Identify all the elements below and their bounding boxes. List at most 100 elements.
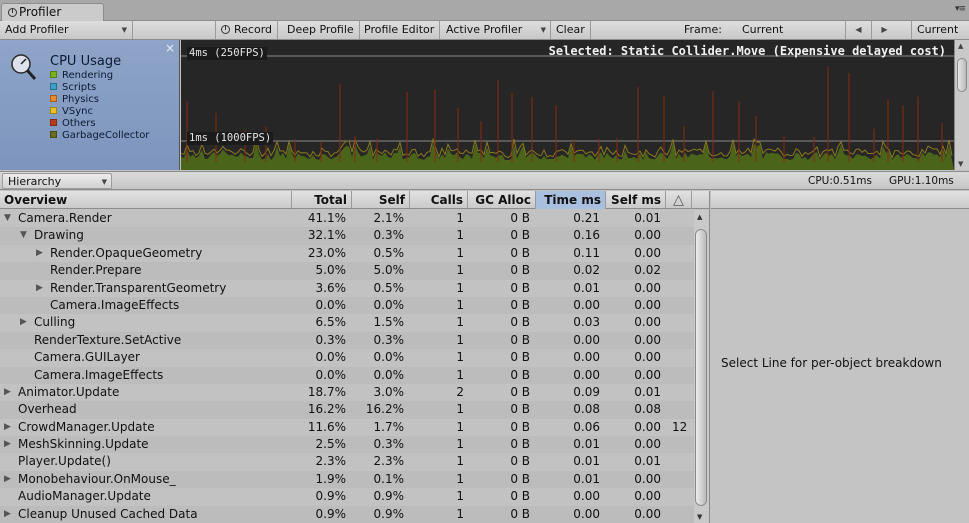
legend-item[interactable]: Others [50,118,149,130]
expand-closed-icon[interactable]: ▶ [36,280,43,297]
table-scrollbar[interactable]: ▲ ▼ [694,210,709,523]
column-time-ms[interactable]: Time ms [536,191,606,209]
table-row[interactable]: ▶ CrowdManager.Update 11.6% 1.7% 1 0 B 0.06 0.0… [0,419,694,436]
row-gc-cell: 0 B [510,211,530,225]
next-frame-button[interactable]: ▶ [871,21,897,39]
close-icon[interactable]: × [165,41,175,55]
table-header: Overview Total Self Calls GC Alloc Time … [0,191,709,209]
row-total-cell: 41.1% [307,211,346,225]
expand-open-icon[interactable]: ▼ [20,227,27,244]
table-row[interactable]: ▶ Culling 6.5% 1.5% 1 0 B 0.03 0.00 [0,314,694,331]
table-row[interactable]: Render.Prepare 5.0% 5.0% 1 0 B 0.02 0.02 [0,262,694,280]
row-self-cell: 3.0% [373,384,405,399]
row-name: Camera.Render [18,211,112,225]
table-row[interactable]: Camera.ImageEffects 0.0% 0.0% 1 0 B 0.00 0.00 [0,296,694,315]
column-calls[interactable]: Calls [410,191,468,209]
expand-closed-icon[interactable]: ▶ [4,506,11,523]
previous-frame-button[interactable]: ◀ [845,21,871,39]
vsync-line [181,136,953,160]
column-self-ms[interactable]: Self ms [606,191,666,209]
profiler-tab-label: Profiler [19,5,62,19]
profile-editor-button[interactable]: Profile Editor [359,21,441,39]
legend-item[interactable]: Physics [50,94,149,106]
deep-profile-label: Deep Profile [287,23,354,36]
column-gc-alloc[interactable]: GC Alloc [468,191,536,209]
row-gc-cell: 0 B [510,454,530,469]
row-calls-cell: 1 [456,228,464,243]
table-scroll-thumb[interactable] [695,229,707,506]
profiler-window-tab[interactable]: Profiler [1,3,104,22]
frame-value: Current [742,23,784,36]
row-time-cell: 0.01 [573,437,600,452]
row-selfms-cell: 0.00 [634,489,661,504]
column-overview[interactable]: Overview [0,191,292,209]
deep-profile-button[interactable]: Deep Profile [282,21,360,39]
row-calls-cell: 1 [456,332,464,347]
table-row[interactable]: RenderTexture.SetActive 0.3% 0.3% 1 0 B 0.00 0… [0,331,694,350]
row-name: Overhead [18,402,77,417]
legend-item[interactable]: Rendering [50,70,149,82]
table-row[interactable]: ▶ MeshSkinning.Update 2.5% 0.3% 1 0 B 0.01 0.00 [0,436,694,454]
row-time-cell: 0.06 [573,419,600,434]
table-row[interactable]: ▶ Monobehaviour.OnMouse_ 1.9% 0.1% 1 0 B 0.01 0… [0,470,694,489]
cpu-usage-legend[interactable]: × CPU Usage Rendering Scripts Physics VS… [0,40,180,170]
row-time-cell: 0.00 [573,350,600,365]
scroll-up-icon[interactable]: ▲ [958,42,963,50]
table-row[interactable]: ▶ Animator.Update 18.7% 3.0% 2 0 B 0.09 0.01 [0,384,694,401]
scroll-down-icon[interactable]: ▼ [697,513,702,521]
row-calls-cell: 1 [456,245,464,260]
expand-closed-icon[interactable]: ▶ [4,384,11,401]
expand-closed-icon[interactable]: ▶ [4,419,11,436]
scroll-down-icon[interactable]: ▼ [958,160,963,168]
add-profiler-dropdown[interactable]: Add Profiler ▼ [0,21,133,39]
active-profiler-dropdown[interactable]: Active Profiler ▼ [441,21,551,39]
table-row[interactable]: ▼ Camera.Render 41.1% 2.1% 1 0 B 0.21 0.01 [0,210,694,227]
detail-header [711,191,969,209]
selected-sample-label: Selected: Static Collider.Move (Expensiv… [548,44,946,58]
table-row[interactable]: ▶ Cleanup Unused Cached Data 0.9% 0.9% 1 0 B 0… [0,505,694,523]
view-mode-dropdown[interactable]: Hierarchy ▼ [2,173,112,189]
graph-scrollbar[interactable]: ▲ ▼ [954,40,969,170]
add-profiler-label: Add Profiler [5,23,69,36]
table-row[interactable]: Player.Update() 2.3% 2.3% 1 0 B 0.01 0.01 [0,453,694,470]
legend-item[interactable]: VSync [50,106,149,118]
table-row[interactable]: AudioManager.Update 0.9% 0.9% 1 0 B 0.00 0.00 [0,488,694,505]
scroll-up-icon[interactable]: ▲ [697,213,702,221]
row-calls-cell: 1 [456,367,464,382]
row-self-cell: 16.2% [365,402,404,417]
cpu-timeline-svg [181,55,954,170]
row-total-cell: 5.0% [315,263,347,278]
table-row[interactable]: ▼ Drawing 32.1% 0.3% 1 0 B 0.16 0.00 [0,227,694,245]
legend-item[interactable]: GarbageCollector [50,130,149,142]
expand-closed-icon[interactable]: ▶ [20,314,27,331]
graph-scroll-thumb[interactable] [957,58,967,92]
clear-button[interactable]: Clear [551,21,591,39]
table-row[interactable]: ▶ Render.OpaqueGeometry 23.0% 0.5% 1 0 B 0.11 0… [0,245,694,262]
window-menu-icon[interactable]: ▾≡ [955,4,966,14]
current-frame-button[interactable]: Current [911,21,963,39]
table-row[interactable]: Camera.ImageEffects 0.0% 0.0% 1 0 B 0.00 0.00 [0,366,694,384]
expand-closed-icon[interactable]: ▶ [36,245,43,262]
row-self-cell: 2.3% [373,454,405,469]
row-gc-cell: 0 B [510,280,530,295]
row-name: RenderTexture.SetActive [34,332,182,347]
expand-open-icon[interactable]: ▼ [4,210,11,227]
column-warnings[interactable]: △ [666,191,692,209]
table-row[interactable]: Overhead 16.2% 16.2% 1 0 B 0.08 0.08 [0,401,694,419]
expand-closed-icon[interactable]: ▶ [4,436,11,453]
record-button[interactable]: Record [215,21,279,39]
legend-item[interactable]: Scripts [50,82,149,94]
table-row[interactable]: ▶ Render.TransparentGeometry 3.6% 0.5% 1 0 B 0… [0,280,694,297]
row-self-cell: 0.9% [373,506,405,521]
expand-closed-icon[interactable]: ▶ [4,471,11,488]
cpu-timeline-graph[interactable]: 4ms (250FPS) 1ms (1000FPS) Selected: Sta… [181,40,954,170]
row-selfms-cell: 0.02 [634,263,661,278]
row-calls-cell: 1 [456,402,464,417]
row-time-cell: 0.03 [573,315,600,330]
row-selfms-cell: 0.01 [634,211,661,225]
table-row[interactable]: Camera.GUILayer 0.0% 0.0% 1 0 B 0.00 0.00 [0,349,694,366]
column-self[interactable]: Self [352,191,410,209]
row-selfms-cell: 0.01 [634,454,661,469]
column-total[interactable]: Total [292,191,352,209]
row-name: Monobehaviour.OnMouse_ [18,471,176,486]
